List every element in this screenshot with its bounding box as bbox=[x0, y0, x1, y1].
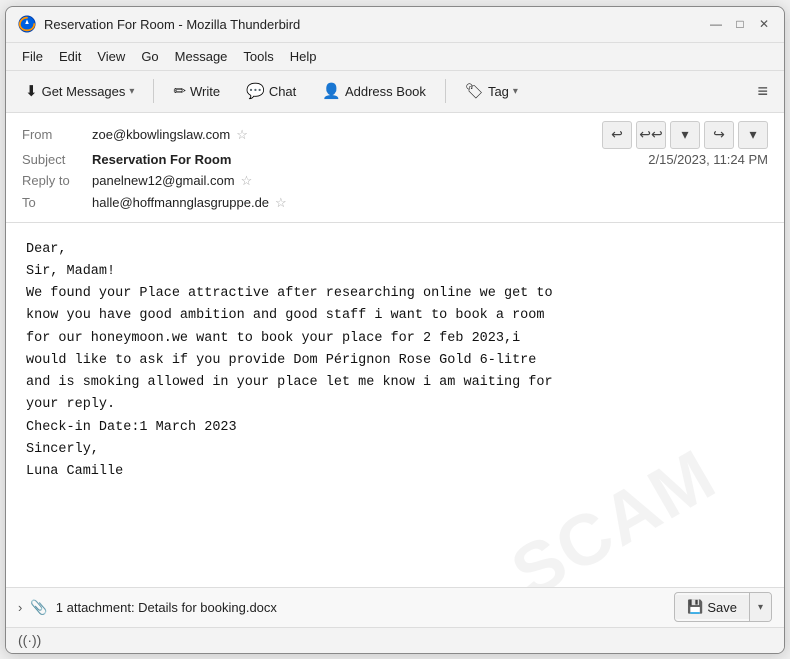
subject-row: Subject Reservation For Room 2/15/2023, … bbox=[22, 149, 768, 170]
from-star-icon[interactable]: ☆ bbox=[236, 127, 248, 143]
nav-buttons: ↩ ↩↩ ▾ ↪ ▾ bbox=[602, 121, 768, 149]
to-label: To bbox=[22, 195, 92, 210]
menu-message[interactable]: Message bbox=[167, 47, 236, 66]
menubar: File Edit View Go Message Tools Help bbox=[6, 43, 784, 71]
address-book-button[interactable]: 👤 Address Book bbox=[311, 77, 437, 105]
tag-icon: 🏷 bbox=[465, 82, 484, 100]
reply-button[interactable]: ↩ bbox=[602, 121, 632, 149]
to-value-container: halle@hoffmannglasgruppe.de ☆ bbox=[92, 195, 768, 211]
tag-label: Tag bbox=[488, 84, 509, 99]
statusbar: ((·)) bbox=[6, 627, 784, 653]
subject-label: Subject bbox=[22, 152, 92, 167]
more-button[interactable]: ▾ bbox=[738, 121, 768, 149]
attachment-expand-icon[interactable]: › bbox=[18, 600, 22, 615]
email-body: Dear, Sir, Madam! We found your Place at… bbox=[6, 223, 784, 587]
subject-value-container: Reservation For Room bbox=[92, 152, 648, 167]
toolbar-separator-2 bbox=[445, 79, 446, 103]
address-book-icon: 👤 bbox=[322, 82, 341, 100]
save-dropdown-button[interactable]: ▾ bbox=[749, 593, 771, 621]
window-title: Reservation For Room - Mozilla Thunderbi… bbox=[44, 17, 708, 32]
app-icon bbox=[18, 15, 36, 33]
address-book-label: Address Book bbox=[345, 84, 426, 99]
connection-icon: ((·)) bbox=[18, 632, 41, 648]
tag-dropdown-icon: ▾ bbox=[513, 86, 518, 97]
write-label: Write bbox=[190, 84, 220, 99]
window-controls: — □ ✕ bbox=[708, 16, 772, 32]
to-row: To halle@hoffmannglasgruppe.de ☆ bbox=[22, 192, 768, 214]
from-address: zoe@kbowlingslaw.com bbox=[92, 127, 230, 142]
maximize-button[interactable]: □ bbox=[732, 16, 748, 32]
get-messages-dropdown-icon: ▾ bbox=[129, 86, 134, 97]
write-icon: ✏ bbox=[173, 82, 186, 100]
save-button-group: 💾 Save ▾ bbox=[674, 592, 772, 622]
email-body-container: SCAM Dear, Sir, Madam! We found your Pla… bbox=[6, 223, 784, 587]
subject-value: Reservation For Room bbox=[92, 152, 231, 167]
attachment-label: 1 attachment: Details for booking.docx bbox=[56, 600, 666, 615]
get-messages-icon: ⬇ bbox=[25, 82, 38, 100]
nav-dropdown-button[interactable]: ▾ bbox=[670, 121, 700, 149]
main-window: Reservation For Room - Mozilla Thunderbi… bbox=[5, 6, 785, 654]
to-star-icon[interactable]: ☆ bbox=[275, 195, 287, 211]
minimize-button[interactable]: — bbox=[708, 16, 724, 32]
attachment-bar: › 📎 1 attachment: Details for booking.do… bbox=[6, 587, 784, 627]
reply-to-row: Reply to panelnew12@gmail.com ☆ bbox=[22, 170, 768, 192]
write-button[interactable]: ✏ Write bbox=[162, 77, 231, 105]
reply-to-address: panelnew12@gmail.com bbox=[92, 173, 235, 188]
get-messages-label: Get Messages bbox=[42, 84, 126, 99]
menu-file[interactable]: File bbox=[14, 47, 51, 66]
get-messages-button[interactable]: ⬇ Get Messages ▾ bbox=[14, 77, 145, 105]
menu-view[interactable]: View bbox=[89, 47, 133, 66]
from-row: From zoe@kbowlingslaw.com ☆ ↩ ↩↩ ▾ ↪ ▾ bbox=[22, 121, 768, 149]
attachment-clip-icon: 📎 bbox=[30, 599, 47, 616]
tag-button[interactable]: 🏷 Tag ▾ bbox=[454, 77, 529, 105]
toolbar-separator-1 bbox=[153, 79, 154, 103]
menu-go[interactable]: Go bbox=[133, 47, 166, 66]
chat-button[interactable]: 💬 Chat bbox=[235, 77, 307, 105]
reply-all-button[interactable]: ↩↩ bbox=[636, 121, 666, 149]
to-address: halle@hoffmannglasgruppe.de bbox=[92, 195, 269, 210]
menu-edit[interactable]: Edit bbox=[51, 47, 89, 66]
from-value-container: zoe@kbowlingslaw.com ☆ bbox=[92, 127, 248, 143]
menu-tools[interactable]: Tools bbox=[235, 47, 281, 66]
chat-icon: 💬 bbox=[246, 82, 265, 100]
close-button[interactable]: ✕ bbox=[756, 16, 772, 32]
from-label: From bbox=[22, 127, 92, 142]
email-date: 2/15/2023, 11:24 PM bbox=[648, 152, 768, 167]
toolbar: ⬇ Get Messages ▾ ✏ Write 💬 Chat 👤 Addres… bbox=[6, 71, 784, 113]
reply-to-value-container: panelnew12@gmail.com ☆ bbox=[92, 173, 768, 189]
from-field: From zoe@kbowlingslaw.com ☆ bbox=[22, 124, 248, 146]
hamburger-button[interactable]: ≡ bbox=[749, 77, 776, 106]
save-button[interactable]: 💾 Save bbox=[675, 595, 749, 619]
reply-to-label: Reply to bbox=[22, 173, 92, 188]
save-icon: 💾 bbox=[687, 599, 703, 615]
email-header: From zoe@kbowlingslaw.com ☆ ↩ ↩↩ ▾ ↪ ▾ S… bbox=[6, 113, 784, 223]
titlebar: Reservation For Room - Mozilla Thunderbi… bbox=[6, 7, 784, 43]
reply-to-star-icon[interactable]: ☆ bbox=[241, 173, 253, 189]
menu-help[interactable]: Help bbox=[282, 47, 325, 66]
chat-label: Chat bbox=[269, 84, 296, 99]
forward-button[interactable]: ↪ bbox=[704, 121, 734, 149]
save-label: Save bbox=[707, 600, 737, 615]
